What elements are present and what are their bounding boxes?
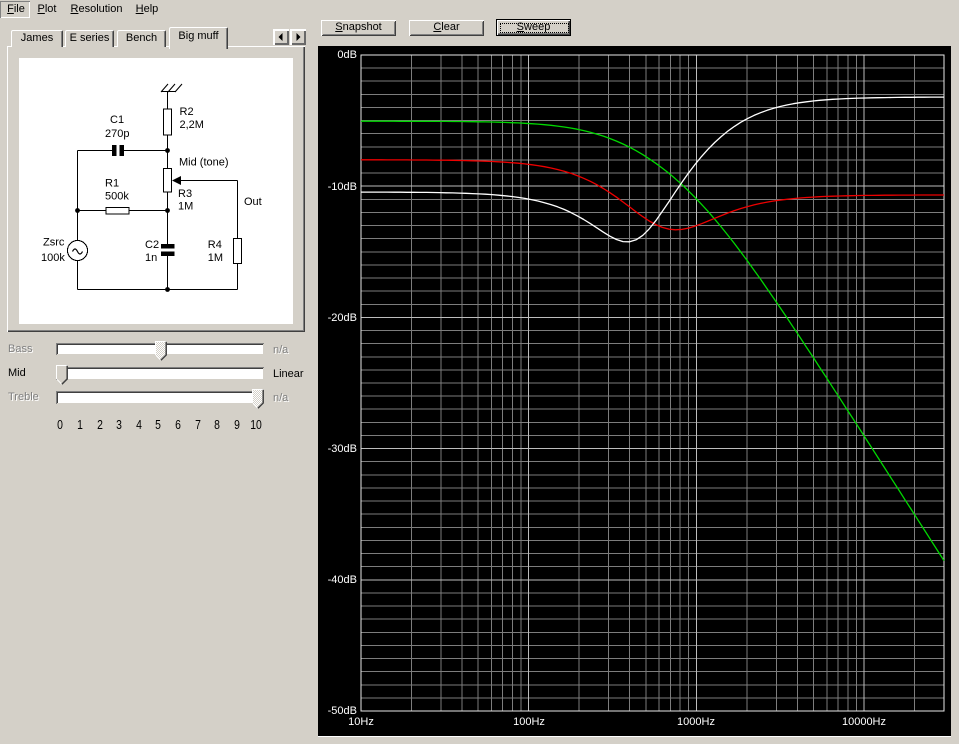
svg-text:10Hz: 10Hz <box>348 716 374 728</box>
svg-text:-40dB: -40dB <box>328 574 357 586</box>
svg-text:-10dB: -10dB <box>328 181 357 193</box>
svg-text:C2: C2 <box>145 239 159 251</box>
svg-text:1000Hz: 1000Hz <box>677 716 715 728</box>
svg-text:1M: 1M <box>208 252 223 264</box>
svg-text:500k: 500k <box>105 191 129 203</box>
svg-text:R2: R2 <box>180 106 194 118</box>
svg-text:0dB: 0dB <box>337 49 357 61</box>
svg-text:Zsrc: Zsrc <box>43 237 65 249</box>
svg-text:270p: 270p <box>105 128 129 140</box>
svg-text:R4: R4 <box>208 239 222 251</box>
svg-text:1n: 1n <box>145 252 157 264</box>
svg-text:-20dB: -20dB <box>328 312 357 324</box>
svg-text:-30dB: -30dB <box>328 443 357 455</box>
svg-text:R3: R3 <box>178 188 192 200</box>
svg-text:100Hz: 100Hz <box>513 716 545 728</box>
svg-text:C1: C1 <box>110 114 124 126</box>
svg-text:R1: R1 <box>105 177 119 189</box>
svg-text:Mid (tone): Mid (tone) <box>179 157 229 169</box>
svg-text:2,2M: 2,2M <box>180 119 204 131</box>
svg-text:1M: 1M <box>178 201 193 213</box>
svg-text:10000Hz: 10000Hz <box>842 716 886 728</box>
svg-text:100k: 100k <box>41 252 65 264</box>
svg-text:Out: Out <box>244 196 262 208</box>
